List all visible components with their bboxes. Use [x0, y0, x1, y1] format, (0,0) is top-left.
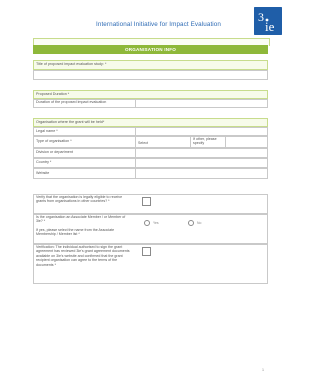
website-label: Website [36, 171, 50, 175]
if-other-input[interactable] [225, 136, 268, 148]
proposed-duration-label: Proposed Duration * [36, 92, 70, 96]
application-form-page: International Initiative for Impact Eval… [0, 0, 298, 386]
study-title-input[interactable] [33, 70, 268, 80]
org-type-select-value: Select [138, 141, 148, 145]
associate-no-radio[interactable] [188, 220, 194, 226]
duration-input[interactable] [135, 99, 268, 108]
country-label: Country * [36, 160, 52, 164]
associate-no-label: No [197, 221, 202, 225]
study-title-label: Title of proposed impact evaluation stud… [36, 62, 107, 66]
division-label: Division or department [36, 150, 73, 154]
eligibility-question: Verify that the organisation is legally … [36, 195, 123, 204]
header-title: International Initiative for Impact Eval… [96, 21, 222, 28]
division-input[interactable] [135, 148, 268, 158]
verification-checkbox[interactable] [142, 247, 151, 256]
legal-name-input[interactable] [135, 127, 268, 136]
svg-text:3: 3 [258, 10, 264, 24]
page-number: 1 [262, 368, 264, 372]
3ie-logo-icon: 3 ie [254, 7, 282, 35]
organisation-label: Organisation where the grant will be hel… [36, 120, 105, 124]
eligibility-checkbox[interactable] [142, 197, 151, 206]
if-other-label: If other, please specify [193, 137, 217, 146]
associate-question: Is the organisation an Associate Member … [36, 215, 126, 224]
associate-note: If yes, please select the name from the … [36, 228, 115, 237]
associate-yes-label: Yes [153, 221, 159, 225]
verification-statement: Verification: The individual authorised … [36, 245, 130, 267]
section-header: ORGANISATION INFO [33, 45, 268, 54]
legal-name-label: Legal name * [36, 128, 58, 133]
3ie-logo: 3 ie [254, 7, 282, 35]
country-input[interactable] [135, 158, 268, 168]
duration-label: Duration of the proposed impact evaluati… [36, 100, 107, 104]
org-type-label: Type of organisation * [36, 138, 72, 143]
website-input[interactable] [135, 168, 268, 179]
associate-yes-radio[interactable] [144, 220, 150, 226]
